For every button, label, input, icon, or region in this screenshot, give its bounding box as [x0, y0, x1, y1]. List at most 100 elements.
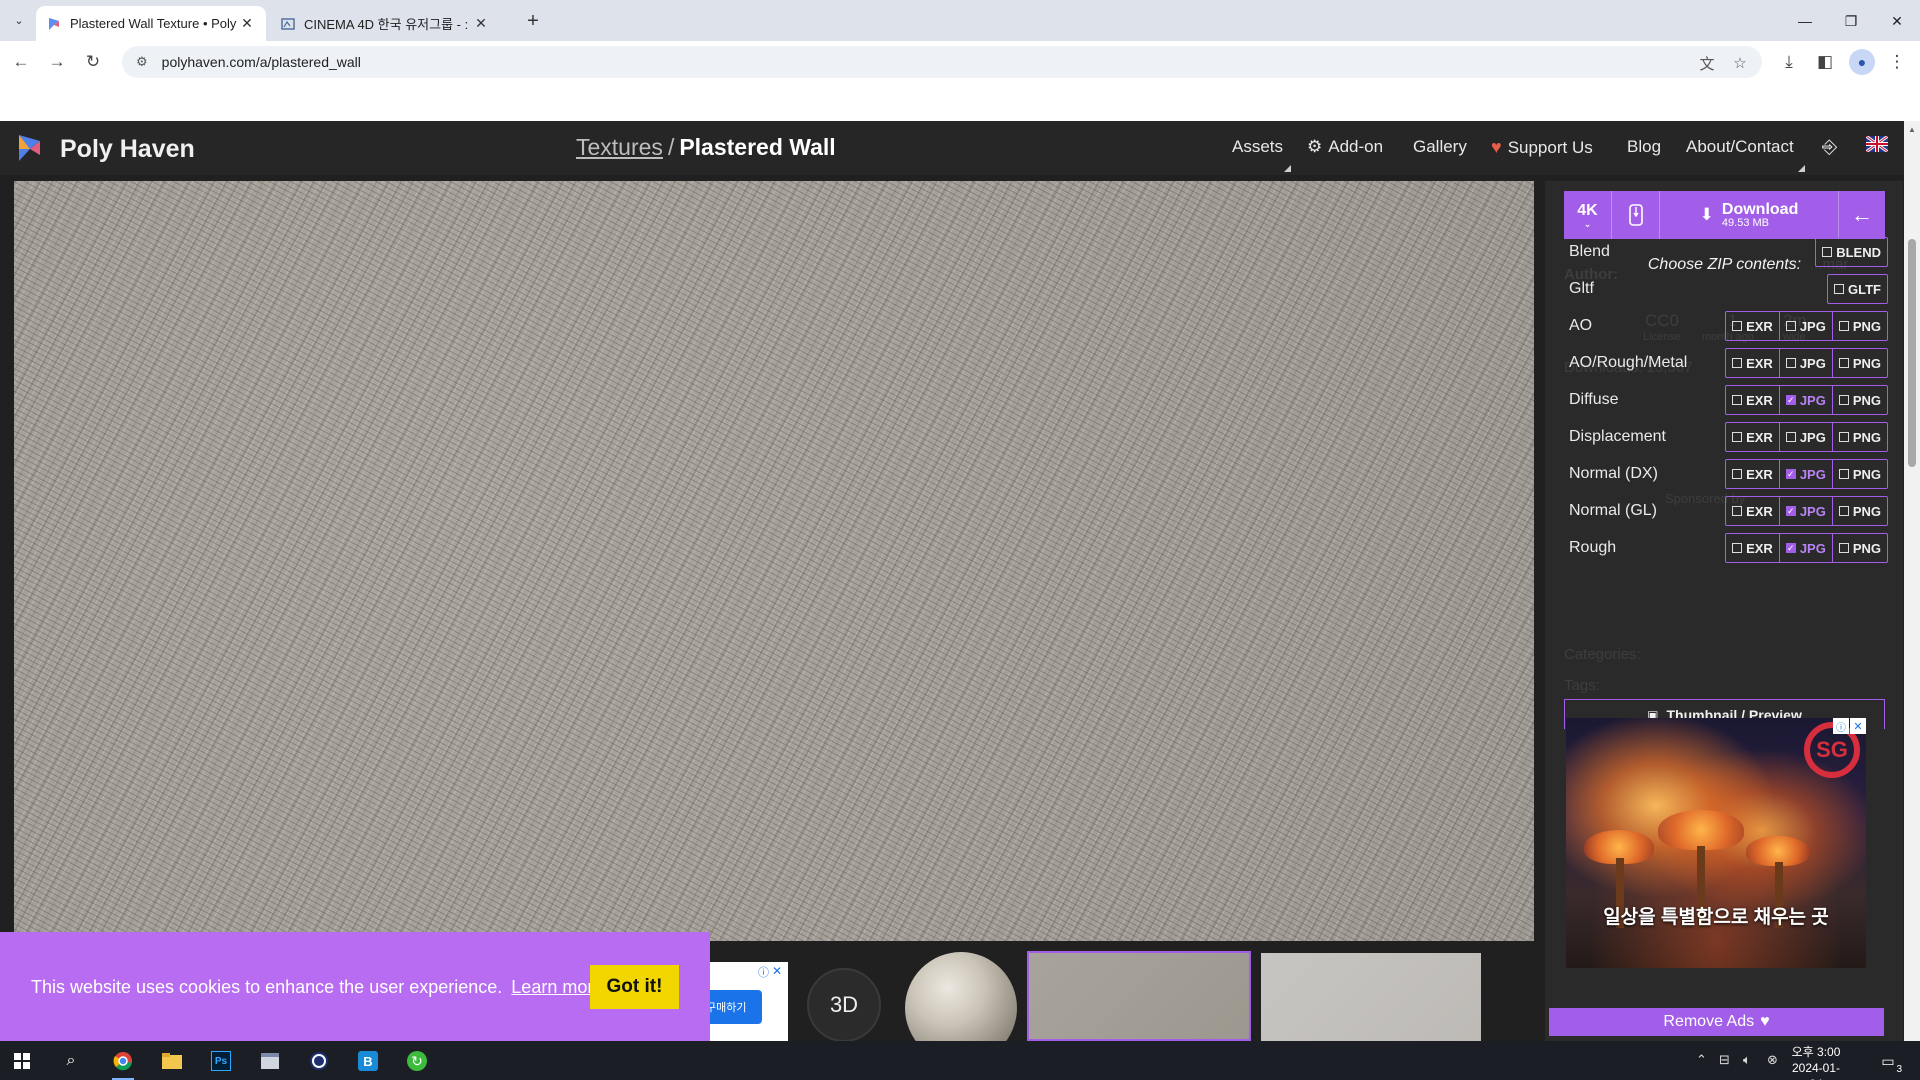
- close-window-icon[interactable]: ✕: [1874, 6, 1920, 36]
- format-checkbox[interactable]: GLTF: [1828, 275, 1887, 303]
- remove-ads-button[interactable]: Remove Ads ♥: [1549, 1008, 1884, 1036]
- sidebar-ad[interactable]: SG ⓘ ✕ 일상을 특별함으로 채우는 곳: [1566, 718, 1866, 968]
- back-icon[interactable]: ←: [8, 49, 34, 75]
- ad-close-icon[interactable]: ✕: [772, 964, 786, 978]
- bottom-ad[interactable]: 구매하기 ⓘ ✕: [700, 962, 788, 1041]
- bookmark-star-icon[interactable]: ☆: [1730, 53, 1750, 73]
- checkbox-empty-icon: [1822, 247, 1833, 257]
- ad-close-icon[interactable]: ✕: [1850, 718, 1866, 734]
- format-checkbox[interactable]: PNG: [1831, 460, 1887, 488]
- nav-blog[interactable]: Blog: [1627, 137, 1661, 157]
- format-label: JPG: [1799, 540, 1826, 556]
- tab-search-button[interactable]: ⌄: [8, 9, 30, 31]
- ime-icon[interactable]: ⊗: [1767, 1052, 1778, 1068]
- flat-preview-thumb[interactable]: [1027, 951, 1251, 1041]
- format-zip-icon[interactable]: [1612, 191, 1660, 239]
- reload-icon[interactable]: ↻: [80, 49, 106, 75]
- cinema4d-icon[interactable]: [305, 1047, 333, 1075]
- map-name: Normal (GL): [1569, 502, 1658, 519]
- page-scrollbar[interactable]: ▲: [1904, 121, 1920, 1041]
- format-checkbox[interactable]: JPG: [1778, 312, 1832, 340]
- resolution-dropdown[interactable]: 4K ⌄: [1564, 191, 1612, 239]
- url-text: polyhaven.com/a/plastered_wall: [161, 54, 361, 70]
- scrollbar-thumb[interactable]: [1908, 239, 1916, 467]
- cookie-message: This website uses cookies to enhance the…: [31, 977, 608, 998]
- side-panel-icon[interactable]: ◧: [1812, 49, 1838, 75]
- close-tab-icon[interactable]: ✕: [472, 15, 490, 33]
- windows-start-icon[interactable]: [8, 1047, 36, 1075]
- format-checkbox[interactable]: EXR: [1726, 386, 1779, 414]
- system-clock[interactable]: 오후 3:00 2024-01-04: [1788, 1044, 1844, 1080]
- nav-gallery[interactable]: Gallery: [1413, 137, 1467, 157]
- format-checkbox[interactable]: PNG: [1831, 386, 1887, 414]
- checkbox-empty-icon: [1838, 543, 1849, 553]
- tab-cinema4d[interactable]: CINEMA 4D 한국 유저그룹 - : ✕: [270, 6, 500, 41]
- ad-info-icon[interactable]: ⓘ: [758, 964, 772, 979]
- format-checkbox[interactable]: PNG: [1831, 349, 1887, 377]
- got-it-button[interactable]: Got it!: [590, 965, 679, 1009]
- format-checkbox[interactable]: BLEND: [1816, 238, 1887, 266]
- blender-icon: ⚙: [1307, 137, 1323, 156]
- volume-icon[interactable]: 🔈︎: [1743, 1052, 1751, 1068]
- photoshop-icon[interactable]: Ps: [207, 1047, 235, 1075]
- translate-icon[interactable]: 文: [1697, 53, 1717, 73]
- notification-count: 3: [1896, 1064, 1902, 1075]
- view-3d-button[interactable]: 3D: [807, 968, 881, 1042]
- format-checkbox[interactable]: JPG: [1778, 423, 1832, 451]
- close-tab-icon[interactable]: ✕: [238, 15, 256, 33]
- nav-support[interactable]: ♥ Support Us: [1491, 137, 1593, 158]
- search-icon[interactable]: ⌕: [57, 1047, 85, 1075]
- format-checkbox[interactable]: PNG: [1831, 497, 1887, 525]
- map-preview-thumb[interactable]: [1261, 953, 1481, 1041]
- breadcrumb-textures-link[interactable]: Textures: [576, 134, 663, 160]
- format-checkbox[interactable]: JPG: [1778, 349, 1832, 377]
- menu-kebab-icon[interactable]: ⋮: [1884, 49, 1910, 75]
- nav-about[interactable]: About/Contact: [1686, 137, 1794, 157]
- format-checkbox[interactable]: EXR: [1726, 312, 1779, 340]
- format-checkbox[interactable]: ✓ JPG: [1778, 497, 1832, 525]
- scroll-up-icon[interactable]: ▲: [1908, 125, 1916, 134]
- chrome-icon[interactable]: [109, 1047, 137, 1080]
- tab-polyhaven[interactable]: Plastered Wall Texture • Poly H ✕: [36, 6, 266, 41]
- sync-app-icon[interactable]: ↻: [403, 1047, 431, 1075]
- heart-icon: ♥: [1760, 1013, 1770, 1030]
- format-checkbox[interactable]: EXR: [1726, 349, 1779, 377]
- format-checkbox[interactable]: EXR: [1726, 534, 1779, 562]
- format-checkbox[interactable]: ✓ JPG: [1778, 460, 1832, 488]
- app-b-icon[interactable]: B: [354, 1047, 382, 1075]
- new-tab-button[interactable]: +: [520, 8, 546, 34]
- forward-icon[interactable]: →: [44, 49, 70, 75]
- texture-preview[interactable]: [14, 181, 1534, 941]
- nav-assets[interactable]: Assets: [1232, 137, 1283, 157]
- download-icon[interactable]: ⤓: [1776, 49, 1802, 75]
- ad-info-icon[interactable]: ⓘ: [1833, 718, 1849, 734]
- format-checkbox[interactable]: ✓ JPG: [1778, 534, 1832, 562]
- format-checkbox[interactable]: PNG: [1831, 423, 1887, 451]
- format-checkbox[interactable]: PNG: [1831, 312, 1887, 340]
- nav-addon[interactable]: ⚙ Add-on: [1307, 137, 1383, 157]
- brand-name[interactable]: Poly Haven: [60, 135, 195, 164]
- back-arrow-icon[interactable]: ←: [1838, 191, 1885, 239]
- notification-icon[interactable]: ▭ 3: [1876, 1049, 1902, 1076]
- format-label: JPG: [1799, 466, 1826, 482]
- app-window-icon[interactable]: [256, 1047, 284, 1075]
- checkbox-empty-icon: [1785, 358, 1796, 368]
- download-button[interactable]: ⬇ Download 49.53 MB: [1660, 191, 1838, 239]
- restore-icon[interactable]: ❐: [1828, 6, 1874, 36]
- format-checkbox[interactable]: PNG: [1831, 534, 1887, 562]
- login-icon[interactable]: ⎆: [1822, 137, 1837, 159]
- format-checkbox[interactable]: EXR: [1726, 460, 1779, 488]
- file-explorer-icon[interactable]: [158, 1047, 186, 1075]
- site-info-icon[interactable]: ⚙: [136, 54, 148, 70]
- minimize-icon[interactable]: —: [1782, 6, 1828, 36]
- format-checkbox[interactable]: EXR: [1726, 497, 1779, 525]
- profile-avatar[interactable]: ●: [1849, 49, 1875, 75]
- format-checkbox[interactable]: EXR: [1726, 423, 1779, 451]
- address-bar[interactable]: ⚙ polyhaven.com/a/plastered_wall: [122, 46, 1762, 78]
- tray-expand-icon[interactable]: ⌃: [1696, 1052, 1707, 1068]
- polyhaven-logo-icon[interactable]: [16, 133, 44, 163]
- format-checkbox[interactable]: ✓ JPG: [1778, 386, 1832, 414]
- remove-ads-label: Remove Ads: [1663, 1013, 1755, 1030]
- language-flag-icon[interactable]: [1866, 136, 1888, 152]
- network-icon[interactable]: ⊟: [1719, 1052, 1730, 1068]
